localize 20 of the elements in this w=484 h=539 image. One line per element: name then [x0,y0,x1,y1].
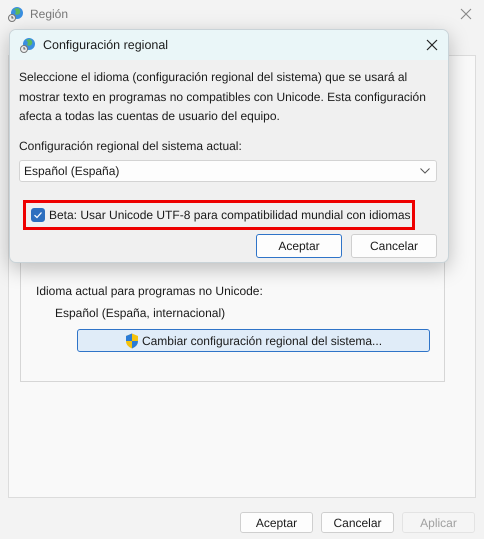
dialog-button[interactable]: Cancelar [351,234,437,258]
change-locale-button[interactable]: Cambiar configuración regional del sistema... [77,329,430,352]
shield-icon [124,332,139,348]
globe-icon [8,6,24,22]
dialog-button[interactable]: Cancelar [321,512,394,533]
chevron-icon [420,168,430,174]
description-text: Seleccione el idioma (configuración regional del sistema) que se usará al mostrar texto en programas no compatibles con Unicode. Esta configuración afecta a todas las cuentas de usuario del equipo. [19,69,427,125]
checkbox-label[interactable]: Beta: Usar Unicode UTF-8 para compatibilidad mundial con idiomas [49,208,410,222]
dialog-title: Configuración regional [43,38,170,52]
check-icon [33,210,43,220]
field-label: Configuración regional del sistema actual: [19,138,243,154]
dialog-button[interactable]: Aceptar [256,234,342,258]
close-icon[interactable] [426,39,438,51]
locale-dropdown[interactable]: Español (España) [19,160,437,182]
globe-icon [20,37,36,53]
dialog-button[interactable]: Aceptar [240,512,313,533]
section-label: Idioma actual para programas no Unicode: [36,284,263,299]
current-language-text: Español (España, internacional) [55,306,226,321]
window-title: Región [30,7,70,21]
checkbox[interactable] [31,208,45,222]
